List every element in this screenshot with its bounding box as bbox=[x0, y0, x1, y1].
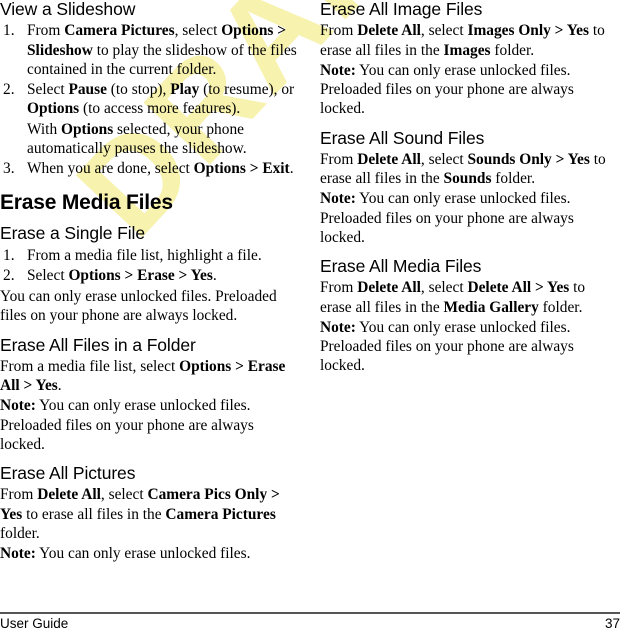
heading-erase-all-image-files: Erase All Image Files bbox=[320, 0, 483, 19]
bold-term: Camera Pictures bbox=[165, 505, 276, 523]
footer-row: User Guide 37 bbox=[0, 616, 620, 631]
column-gutter bbox=[300, 0, 320, 564]
bold-term: Options bbox=[61, 120, 114, 138]
note-erase-all-folder: Note: You can only erase unlocked files.… bbox=[0, 397, 254, 453]
bold-term: Delete All bbox=[37, 486, 101, 504]
list-item: From a media file list, highlight a file… bbox=[3, 246, 262, 266]
bold-term: Options > Erase All > Yes bbox=[0, 357, 286, 395]
footer-divider bbox=[0, 612, 620, 614]
heading-erase-media-files: Erase Media Files bbox=[0, 191, 173, 215]
note-label: Note: bbox=[0, 545, 36, 563]
paragraph-erase-all-sound-files: From Delete All, select Sounds Only > Ye… bbox=[320, 150, 606, 187]
bold-term: Images bbox=[443, 41, 491, 59]
note-label: Note: bbox=[320, 190, 356, 208]
document-page: DRAFT View a Slideshow From Camera Pictu… bbox=[0, 0, 620, 637]
heading-erase-all-files-in-a-folder: Erase All Files in a Folder bbox=[0, 334, 196, 355]
paragraph-erase-all-folder: From a media file list, select Options >… bbox=[0, 357, 286, 395]
bold-term: Delete All > Yes bbox=[467, 279, 570, 297]
two-column-body: View a Slideshow From Camera Pictures, s… bbox=[0, 0, 620, 564]
bold-term: Delete All bbox=[357, 22, 421, 40]
note-erase-all-pictures: Note: You can only erase unlocked files. bbox=[0, 545, 251, 563]
bold-term: Options > Erase > Yes bbox=[68, 266, 213, 284]
note-label: Note: bbox=[320, 61, 356, 79]
list-item-subparagraph: With Options selected, your phone automa… bbox=[27, 120, 247, 157]
left-column: View a Slideshow From Camera Pictures, s… bbox=[0, 0, 300, 564]
list-erase-a-single-file: From a media file list, highlight a file… bbox=[0, 246, 300, 286]
page-footer: User Guide 37 bbox=[0, 612, 620, 631]
list-item: When you are done, select Options > Exit… bbox=[3, 159, 294, 179]
list-item: Select Options > Erase > Yes. bbox=[3, 266, 217, 286]
bold-term: Options > Exit bbox=[193, 160, 290, 177]
bold-term: Camera Pictures bbox=[64, 22, 175, 40]
paragraph-erase-single-file-note: You can only erase unlocked files. Prelo… bbox=[0, 288, 277, 325]
list-view-a-slideshow: From Camera Pictures, select Options > S… bbox=[0, 21, 300, 178]
note-erase-all-image-files: Note: You can only erase unlocked files.… bbox=[320, 61, 574, 118]
bold-term: Options bbox=[27, 100, 80, 118]
note-label: Note: bbox=[0, 397, 36, 415]
footer-document-title: User Guide bbox=[0, 616, 69, 631]
bold-term: Media Gallery bbox=[443, 298, 539, 316]
heading-erase-all-media-files: Erase All Media Files bbox=[320, 256, 482, 276]
bold-term: Images Only > Yes bbox=[467, 22, 589, 40]
paragraph-erase-all-image-files: From Delete All, select Images Only > Ye… bbox=[320, 22, 605, 59]
bold-term: Sounds Only > Yes bbox=[467, 150, 590, 168]
bold-term: Pause bbox=[68, 81, 107, 98]
list-item: From Camera Pictures, select Options > S… bbox=[3, 21, 297, 78]
bold-term: Delete All bbox=[357, 279, 421, 297]
paragraph-erase-all-pictures: From Delete All, select Camera Pics Only… bbox=[0, 486, 280, 542]
heading-erase-all-sound-files: Erase All Sound Files bbox=[320, 127, 485, 148]
note-erase-all-media-files: Note: You can only erase unlocked files.… bbox=[320, 318, 574, 375]
note-label: Note: bbox=[320, 318, 356, 336]
bold-term: Delete All bbox=[357, 150, 421, 168]
bold-term: Sounds bbox=[443, 170, 492, 187]
paragraph-erase-all-media-files: From Delete All, select Delete All > Yes… bbox=[320, 279, 586, 316]
heading-erase-a-single-file: Erase a Single File bbox=[0, 223, 145, 244]
bold-term: Play bbox=[170, 81, 200, 98]
heading-view-a-slideshow: View a Slideshow bbox=[0, 0, 136, 19]
heading-erase-all-pictures: Erase All Pictures bbox=[0, 463, 136, 484]
footer-page-number: 37 bbox=[604, 616, 620, 631]
right-column: Erase All Image Files From Delete All, s… bbox=[320, 0, 620, 564]
note-erase-all-sound-files: Note: You can only erase unlocked files.… bbox=[320, 190, 574, 246]
list-item: Select Pause (to stop), Play (to resume)… bbox=[0, 80, 300, 158]
